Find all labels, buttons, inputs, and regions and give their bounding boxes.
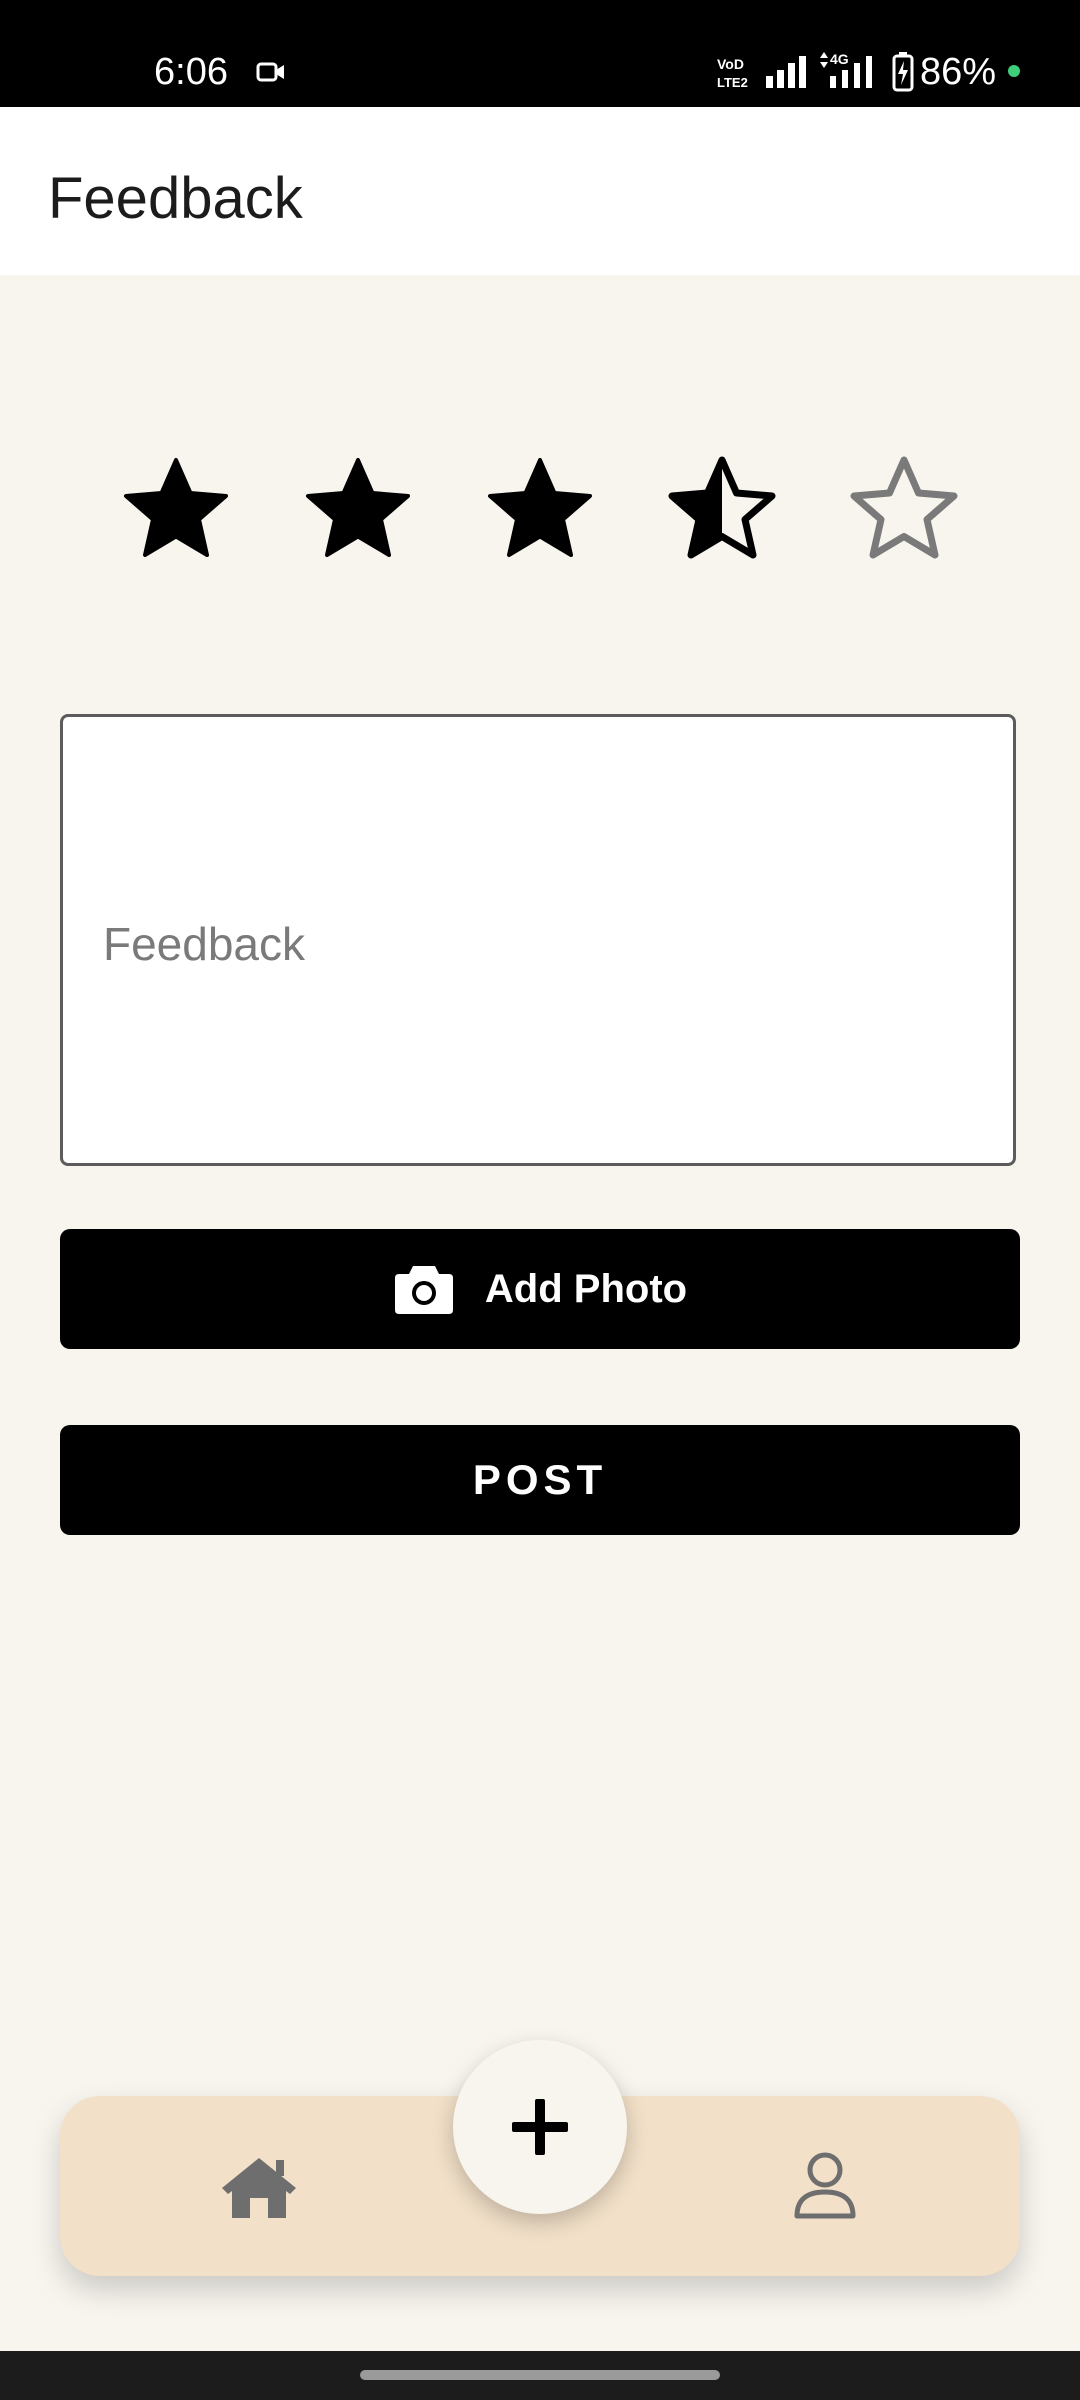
add-photo-label: Add Photo: [484, 1266, 688, 1311]
star-rating[interactable]: [0, 450, 1080, 570]
volte-icon: VoD LTE2: [717, 56, 748, 90]
system-navigation-bar: [0, 2351, 1080, 2400]
notification-dot: [1008, 65, 1020, 77]
post-label: POST: [472, 1456, 608, 1503]
battery-percent: 86%: [920, 51, 997, 93]
network-label: 4G: [830, 51, 849, 67]
camera-icon: [394, 1266, 453, 1314]
star-outline-icon[interactable]: [844, 450, 964, 570]
add-photo-button[interactable]: Add Photo: [60, 1229, 1020, 1349]
user-icon[interactable]: [792, 2152, 858, 2220]
feedback-field[interactable]: [60, 714, 1016, 1166]
star-icon-1[interactable]: [116, 450, 236, 570]
post-button[interactable]: POST: [60, 1425, 1020, 1535]
signal-4g-icon: 4G: [820, 51, 872, 88]
home-icon[interactable]: [220, 2154, 298, 2220]
svg-text:VoD: VoD: [717, 56, 744, 72]
star-icon-2[interactable]: [298, 450, 418, 570]
home-indicator[interactable]: [360, 2370, 720, 2380]
battery-charging-icon: [892, 52, 914, 92]
star-half-icon[interactable]: [662, 450, 782, 570]
add-button[interactable]: [453, 2040, 627, 2214]
status-time: 6:06: [154, 51, 228, 93]
signal-icon: [766, 56, 806, 88]
video-camera-icon: [256, 62, 284, 82]
app-bar: Feedback: [0, 107, 1080, 275]
star-icon-3[interactable]: [480, 450, 600, 570]
svg-text:LTE2: LTE2: [717, 75, 748, 90]
feedback-input[interactable]: [63, 717, 1013, 1163]
plus-icon: [512, 2099, 568, 2155]
status-bar: 6:06 VoD LTE2 4G 86%: [0, 0, 1080, 107]
page-title: Feedback: [48, 166, 303, 231]
